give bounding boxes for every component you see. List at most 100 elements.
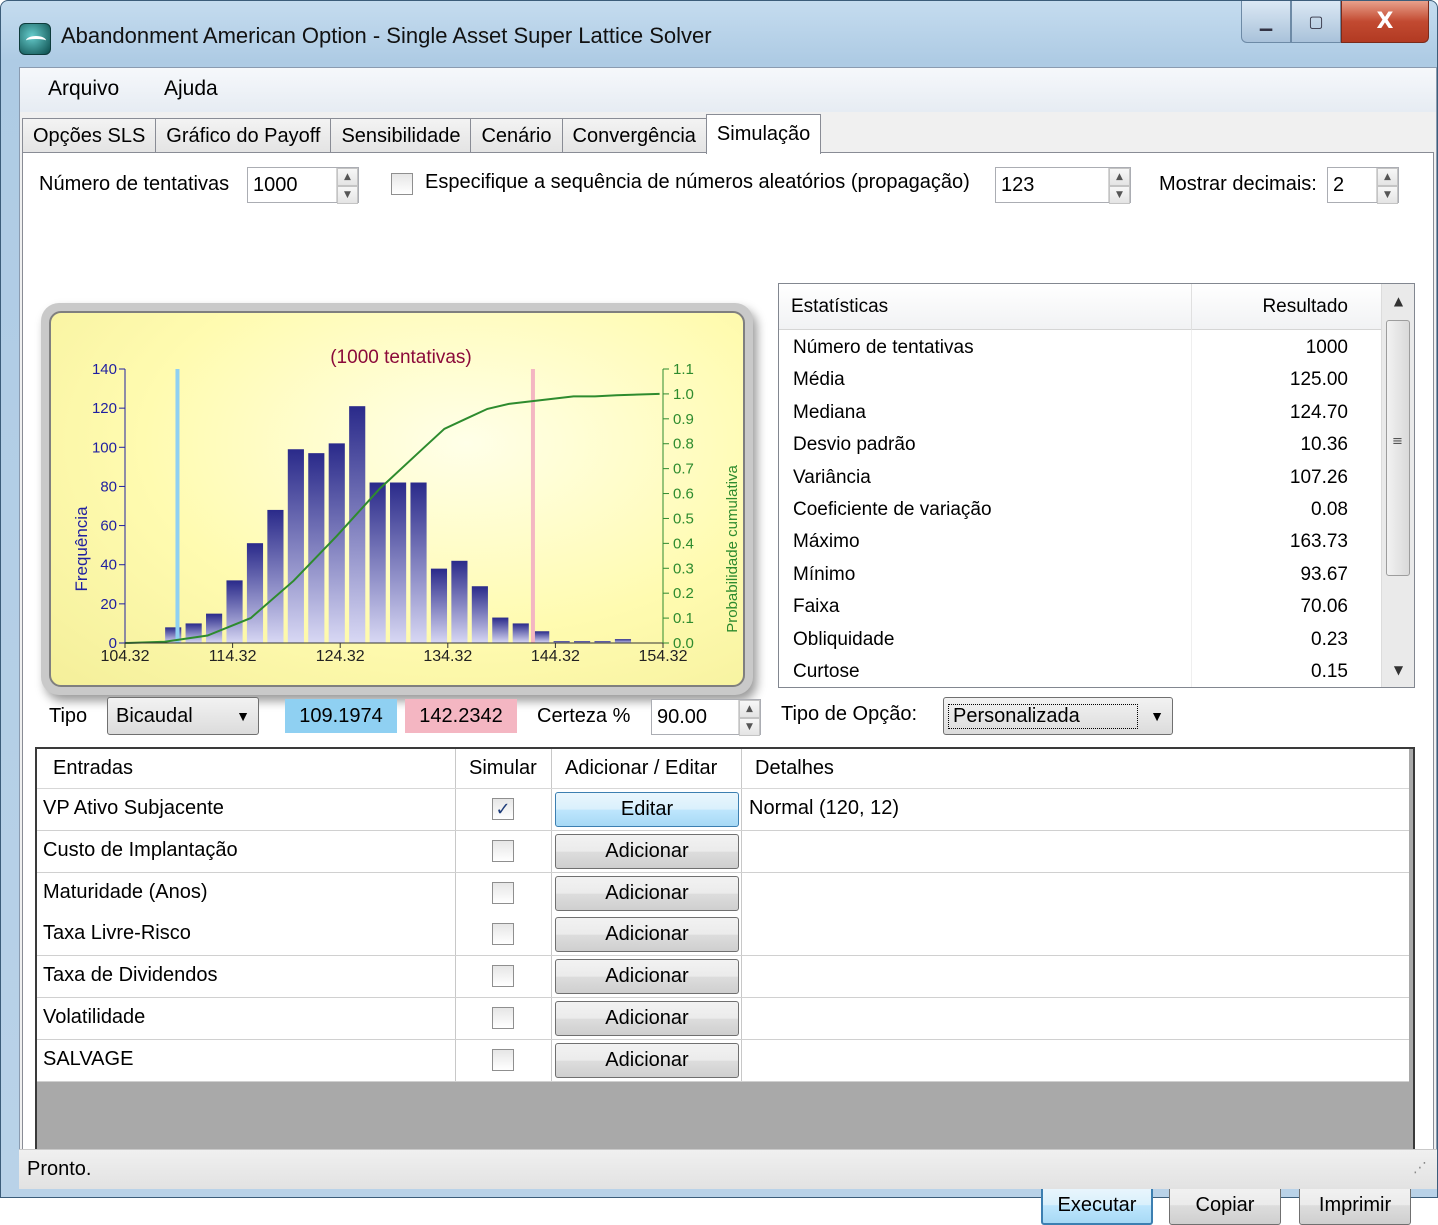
header-adicionar-editar[interactable]: Adicionar / Editar — [565, 757, 717, 780]
header-simular[interactable]: Simular — [469, 757, 537, 780]
chevron-down-icon: ▼ — [236, 708, 250, 724]
simulate-checkbox[interactable] — [492, 1048, 514, 1071]
input-row[interactable]: VP Ativo Subjacente ✓ Editar Normal (120, 1… — [37, 789, 1409, 831]
decimals-value[interactable]: 2 — [1328, 174, 1376, 197]
statistics-row[interactable]: Mínimo 93.67 — [779, 561, 1382, 593]
simulation-panel: Número de tentativas 1000 ▲ ▼ Especifique… — [22, 152, 1434, 1225]
statistics-row[interactable]: Obliquidade 0.23 — [779, 626, 1382, 658]
spin-up-icon[interactable]: ▲ — [337, 168, 358, 186]
statistics-row[interactable]: Máximo 163.73 — [779, 528, 1382, 560]
statistics-row[interactable]: Média 125.00 — [779, 366, 1382, 398]
simulate-checkbox[interactable] — [492, 1007, 514, 1029]
header-entradas[interactable]: Entradas — [53, 757, 133, 780]
menu-ajuda[interactable]: Ajuda — [164, 77, 218, 101]
spin-up-icon[interactable]: ▲ — [1109, 168, 1130, 186]
y-tick-label: 80 — [100, 478, 117, 495]
stat-value: 0.08 — [1311, 499, 1348, 520]
seed-spinner[interactable]: 123 ▲ ▼ — [995, 167, 1131, 204]
status-bar: Pronto. ⋰ — [19, 1149, 1437, 1189]
simulate-checkbox[interactable] — [492, 965, 514, 988]
seed-checkbox[interactable] — [391, 173, 413, 195]
simulate-checkbox[interactable] — [492, 839, 514, 862]
x-tick-label: 104.32 — [101, 648, 150, 665]
input-row[interactable]: Custo de Implantação Adicionar — [37, 830, 1409, 873]
trials-spinner[interactable]: 1000 ▲ ▼ — [247, 167, 359, 204]
add-edit-button[interactable]: Editar — [555, 792, 739, 827]
input-details[interactable]: Normal (120, 12) — [749, 797, 899, 820]
tab-convergencia[interactable]: Convergência — [561, 118, 707, 154]
upper-percentile-value[interactable]: 142.2342 — [405, 699, 517, 733]
input-row[interactable]: Maturidade (Anos) Adicionar — [37, 872, 1409, 915]
result-col-header[interactable]: Resultado — [1262, 296, 1348, 318]
y2-tick-label: 0.9 — [673, 411, 694, 428]
input-name: VP Ativo Subjacente — [43, 797, 224, 819]
lower-percentile-value[interactable]: 109.1974 — [285, 699, 397, 733]
scroll-up-icon[interactable]: ▲ — [1382, 284, 1414, 318]
minimize-button[interactable]: ▁ — [1241, 1, 1291, 43]
stat-value: 93.67 — [1300, 563, 1348, 585]
menu-arquivo[interactable]: Arquivo — [48, 77, 119, 101]
certainty-value[interactable]: 90.00 — [652, 706, 738, 729]
statistics-scrollbar[interactable]: ▲ ≡ ▼ — [1381, 284, 1414, 687]
statistics-row[interactable]: Número de tentativas 1000 — [779, 334, 1382, 366]
input-row[interactable]: SALVAGE Adicionar — [37, 1039, 1409, 1082]
maximize-button[interactable]: ▢ — [1291, 1, 1341, 43]
spin-down-icon[interactable]: ▼ — [1109, 186, 1130, 204]
input-row[interactable]: Taxa Livre-Risco Adicionar — [37, 914, 1409, 957]
header-detalhes[interactable]: Detalhes — [755, 757, 834, 780]
copy-button[interactable]: Copiar — [1169, 1185, 1281, 1225]
add-edit-button[interactable]: Adicionar — [555, 1042, 739, 1078]
resize-grip-icon[interactable]: ⋰ — [1413, 1160, 1427, 1176]
input-row[interactable]: Volatilidade Adicionar — [37, 998, 1409, 1040]
add-edit-button[interactable]: Adicionar — [555, 1001, 739, 1036]
tab-grafico-payoff[interactable]: Gráfico do Payoff — [155, 118, 332, 154]
certainty-spinner[interactable]: 90.00 ▲ ▼ — [651, 699, 761, 736]
statistics-row[interactable]: Variância 107.26 — [779, 464, 1382, 496]
histogram-bar — [614, 639, 632, 643]
stat-col-header[interactable]: Estatísticas — [791, 296, 888, 318]
option-type-label: Tipo de Opção: — [781, 703, 918, 725]
option-type-select[interactable]: Personalizada ▼ — [943, 697, 1173, 735]
statistics-row[interactable]: Coeficiente de variação 0.08 — [779, 496, 1382, 528]
spin-down-icon[interactable]: ▼ — [337, 186, 358, 204]
decimals-spinner[interactable]: 2 ▲ ▼ — [1327, 167, 1399, 204]
statistics-row[interactable]: Curtose 0.15 — [779, 658, 1382, 687]
add-edit-button[interactable]: Adicionar — [555, 917, 739, 953]
add-edit-button[interactable]: Adicionar — [555, 875, 739, 911]
trials-value[interactable]: 1000 — [248, 174, 336, 197]
scroll-down-icon[interactable]: ▼ — [1382, 653, 1414, 687]
simulate-checkbox[interactable]: ✓ — [492, 798, 514, 820]
x-tick-label: 144.32 — [531, 648, 580, 665]
spin-up-icon[interactable]: ▲ — [1377, 168, 1398, 186]
statistics-row[interactable]: Mediana 124.70 — [779, 399, 1382, 431]
stat-value: 125.00 — [1289, 369, 1348, 391]
tab-cenario[interactable]: Cenário — [470, 118, 563, 154]
statistics-table[interactable]: Estatísticas Resultado Número de tentati… — [778, 283, 1415, 688]
close-button[interactable]: X — [1341, 1, 1429, 43]
x-tick-label: 124.32 — [316, 648, 365, 665]
add-edit-button[interactable]: Adicionar — [555, 833, 739, 869]
histogram-chart: 0 20 40 60 80 100 120 140 0.0 0.1 0.2 0.3 0.4 0.5 0.6 0… — [49, 311, 745, 687]
simulate-checkbox[interactable] — [492, 923, 514, 946]
tab-simulacao[interactable]: Simulação — [705, 114, 822, 154]
tab-sensibilidade[interactable]: Sensibilidade — [330, 118, 472, 154]
statistics-row[interactable]: Faixa 70.06 — [779, 593, 1382, 625]
seed-value[interactable]: 123 — [996, 174, 1108, 197]
simulate-checkbox[interactable] — [492, 881, 514, 904]
spin-down-icon[interactable]: ▼ — [1377, 186, 1398, 204]
print-button[interactable]: Imprimir — [1299, 1185, 1411, 1225]
input-name: Taxa Livre-Risco — [43, 922, 191, 945]
statistics-row[interactable]: Desvio padrão 10.36 — [779, 431, 1382, 463]
input-row[interactable]: Taxa de Dividendos Adicionar — [37, 956, 1409, 999]
type-select[interactable]: Bicaudal ▼ — [107, 697, 259, 735]
run-button[interactable]: Executar — [1041, 1185, 1153, 1225]
spin-up-icon[interactable]: ▲ — [739, 700, 760, 718]
spin-down-icon[interactable]: ▼ — [739, 718, 760, 736]
title-bar[interactable]: Abandonment American Option - Single Ass… — [1, 1, 1437, 67]
y-tick-label: 100 — [92, 439, 117, 456]
add-edit-button[interactable]: Adicionar — [555, 959, 739, 995]
stat-name: Variância — [793, 466, 871, 488]
y-tick-label: 20 — [100, 596, 117, 613]
input-name: Volatilidade — [43, 1006, 146, 1028]
tab-opcoes-sls[interactable]: Opções SLS — [22, 118, 157, 154]
